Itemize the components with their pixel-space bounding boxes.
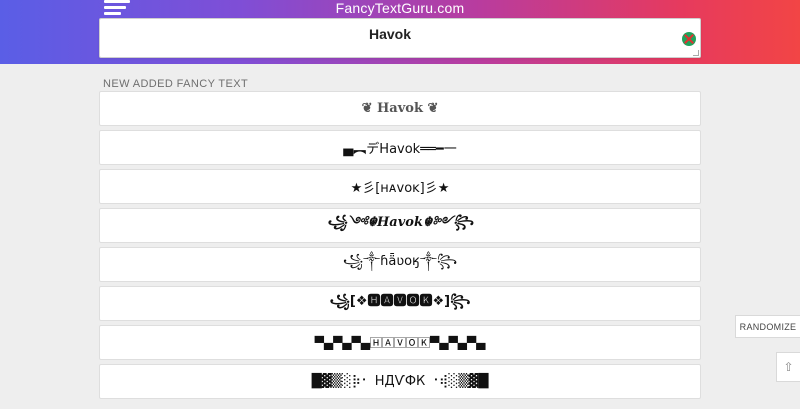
fancy-text-item[interactable]: ꧁༺☬𝑯𝒂𝒗𝒐𝒌☬༻꧂ [99,208,701,243]
text-input[interactable] [100,19,700,57]
fancy-text-item[interactable]: ▀▄▀▄▀▄🄷🄰🅅🄾🄺▀▄▀▄▀▄ [99,325,701,360]
clear-icon[interactable] [682,32,696,46]
fancy-text-item[interactable]: █▓▒░⡷⠂ НДѴФК ⠐⢾░▒▓█ [99,364,701,399]
fancy-text-item[interactable]: ★彡[ʜᴀᴠᴏᴋ]彡★ [99,169,701,204]
scroll-to-top-button[interactable]: ⇧ [776,352,800,382]
fancy-text-item[interactable]: ꧁[❖🅷🅰🆅🅾🅺❖]꧂ [99,286,701,321]
search-box [99,18,701,58]
fancy-text-item[interactable]: ❦ Havok ❦ [99,91,701,126]
fancy-text-item[interactable]: ▄︻デHavok══━一 [99,130,701,165]
site-title[interactable]: FancyTextGuru.com [0,0,800,17]
section-title: NEW ADDED FANCY TEXT [103,78,249,90]
resize-grip-icon[interactable] [693,50,699,56]
fancy-text-item[interactable]: ꧁༒ɦǟʋօӄ༒꧂ [99,247,701,282]
randomize-button[interactable]: RANDOMIZE [735,315,800,338]
fancy-text-list: ❦ Havok ❦ ▄︻デHavok══━一 ★彡[ʜᴀᴠᴏᴋ]彡★ ꧁༺☬𝑯𝒂… [99,91,701,403]
